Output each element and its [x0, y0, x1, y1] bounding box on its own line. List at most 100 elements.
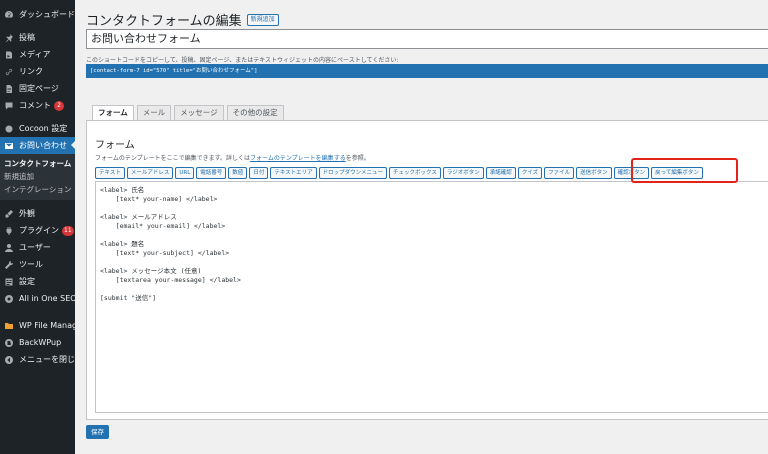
editor-tabs: フォーム メール メッセージ その他の設定	[92, 105, 287, 121]
sidebar-item-label: 投稿	[19, 33, 35, 42]
tag-button-confirm[interactable]: 確認ボタン	[613, 166, 650, 179]
code-line: [text* your-subject] </label>	[100, 249, 230, 257]
sidebar-item-label: ツール	[19, 260, 43, 269]
sidebar-item-dashboard[interactable]: ダッシュボード	[0, 6, 75, 23]
add-new-button[interactable]: 新規追加	[246, 13, 279, 26]
sidebar-item-contact[interactable]: お問い合わせ	[0, 137, 76, 154]
brush-icon	[3, 208, 14, 219]
sidebar-item-links[interactable]: リンク	[0, 63, 75, 80]
backup-icon	[3, 337, 14, 348]
sidebar-item-tools[interactable]: ツール	[0, 256, 75, 273]
sidebar-item-posts[interactable]: 投稿	[0, 29, 75, 46]
template-help-link[interactable]: フォームのテンプレートを編集する	[250, 155, 346, 162]
page-title: コンタクトフォームの編集	[86, 14, 242, 29]
code-line: [submit "送信"]	[100, 294, 157, 302]
shortcode-description: このショートコードをコピーして、投稿、固定ページ、またはテキストウィジェットの内…	[86, 57, 399, 64]
code-line: [text* your-name] </label>	[100, 195, 218, 203]
contact-submenu: コンタクトフォーム 新規追加 インテグレーション	[0, 154, 75, 200]
sidebar-item-label: All in One SEO	[19, 294, 77, 303]
main-content: コンタクトフォームの編集 新規追加 お問い合わせフォーム このショートコードをコ…	[75, 0, 768, 454]
tag-button-date[interactable]: 日付	[249, 166, 269, 179]
code-line: <label> メッセージ本文 (任意)	[100, 267, 202, 275]
panel-description: フォームのテンプレートをここで編集できます。詳しくはフォームのテンプレートを編集…	[95, 153, 370, 162]
tab-additional-settings[interactable]: その他の設定	[226, 105, 284, 120]
tag-button-text[interactable]: テキスト	[95, 166, 125, 179]
cocoon-icon	[3, 123, 14, 134]
sidebar-item-plugins[interactable]: プラグイン 11	[0, 222, 75, 239]
code-line: <label> 題名	[100, 240, 145, 248]
settings-icon	[3, 276, 14, 287]
sidebar-item-label: プラグイン	[19, 226, 59, 235]
form-template-editor[interactable]: <label> 氏名 [text* your-name] </label> <l…	[95, 181, 768, 413]
tab-mail[interactable]: メール	[136, 105, 172, 120]
sidebar-item-label: Cocoon 設定	[19, 124, 68, 133]
panel-description-prefix: フォームのテンプレートをここで編集できます。詳しくは	[95, 155, 251, 162]
sidebar-item-label: コメント	[19, 101, 51, 110]
shortcode-field[interactable]: [contact-form-7 id="570" title="お問い合わせフォ…	[86, 64, 768, 78]
admin-sidebar: ダッシュボード 投稿 メディア リンク 固定ページ コメント 2 Cocoon …	[0, 0, 85, 454]
sidebar-item-users[interactable]: ユーザー	[0, 239, 75, 256]
sidebar-item-aioseo[interactable]: All in One SEO	[0, 290, 77, 307]
plugin-icon	[3, 225, 14, 236]
tag-button-number[interactable]: 数値	[228, 166, 248, 179]
comment-icon	[3, 100, 14, 111]
sidebar-item-file-manager[interactable]: WP File Manager	[0, 317, 85, 334]
tag-button-tel[interactable]: 電話番号	[196, 166, 227, 179]
tag-button-quiz[interactable]: クイズ	[517, 166, 543, 179]
folder-icon	[3, 320, 14, 331]
plugin-update-badge: 11	[62, 225, 74, 236]
save-button[interactable]: 保存	[86, 425, 109, 439]
submenu-integration[interactable]: インテグレーション	[0, 183, 75, 196]
dashboard-icon	[3, 9, 14, 20]
submenu-add-new[interactable]: 新規追加	[0, 170, 75, 183]
sidebar-item-label: 外観	[19, 209, 35, 218]
tab-messages[interactable]: メッセージ	[174, 105, 224, 120]
sidebar-item-label: メニューを閉じる	[19, 355, 83, 364]
tag-button-url[interactable]: URL	[175, 166, 195, 179]
tag-button-dropdown[interactable]: ドロップダウンメニュー	[318, 166, 388, 179]
tag-button-back-edit[interactable]: 戻って編集ボタン	[651, 166, 703, 179]
user-icon	[3, 242, 14, 253]
page-icon	[3, 83, 14, 94]
sidebar-item-media[interactable]: メディア	[0, 46, 75, 63]
tag-button-file[interactable]: ファイル	[544, 166, 575, 179]
tag-button-radio[interactable]: ラジオボタン	[442, 166, 484, 179]
link-icon	[3, 66, 14, 77]
sidebar-item-backwpup[interactable]: BackWPup	[0, 334, 75, 351]
sidebar-item-label: BackWPup	[19, 338, 62, 347]
sidebar-item-appearance[interactable]: 外観	[0, 205, 75, 222]
tab-form[interactable]: フォーム	[92, 105, 134, 121]
comment-count-badge: 2	[54, 100, 64, 111]
collapse-menu-button[interactable]: メニューを閉じる	[0, 351, 83, 368]
sidebar-item-cocoon-settings[interactable]: Cocoon 設定	[0, 120, 75, 137]
collapse-icon	[3, 354, 14, 365]
sidebar-item-label: お問い合わせ	[19, 141, 67, 150]
pin-icon	[3, 32, 14, 43]
sidebar-item-label: 設定	[19, 277, 35, 286]
code-line: <label> 氏名	[100, 186, 145, 194]
tag-button-submit[interactable]: 送信ボタン	[576, 166, 612, 179]
sidebar-item-label: メディア	[19, 50, 51, 59]
mail-icon	[3, 140, 14, 151]
sidebar-item-comments[interactable]: コメント 2	[0, 97, 75, 114]
tag-button-acceptance[interactable]: 承諾確認	[485, 166, 516, 179]
sidebar-item-label: 固定ページ	[19, 84, 59, 93]
submenu-contact-forms[interactable]: コンタクトフォーム	[0, 157, 75, 170]
sidebar-item-settings[interactable]: 設定	[0, 273, 75, 290]
seo-icon	[3, 293, 14, 304]
form-title-input[interactable]: お問い合わせフォーム	[86, 29, 768, 49]
panel-title: フォーム	[95, 140, 135, 151]
wrench-icon	[3, 259, 14, 270]
tag-button-email[interactable]: メールアドレス	[126, 166, 174, 179]
tag-button-checkbox[interactable]: チェックボックス	[389, 166, 441, 179]
code-line: [email* your-email] </label>	[100, 222, 226, 230]
tag-button-textarea[interactable]: テキストエリア	[270, 166, 317, 179]
media-icon	[3, 49, 14, 60]
page-header: コンタクトフォームの編集 新規追加	[86, 10, 279, 29]
code-line: [textarea your-message] </label>	[100, 276, 241, 284]
sidebar-item-pages[interactable]: 固定ページ	[0, 80, 75, 97]
